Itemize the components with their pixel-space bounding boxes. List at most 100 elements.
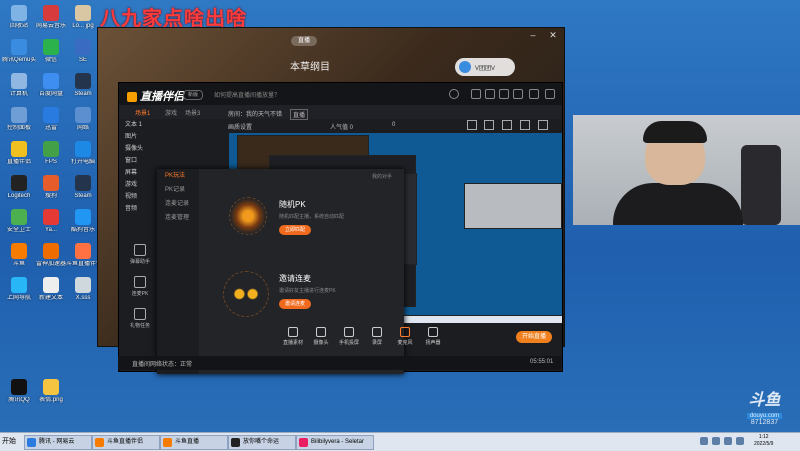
random-pk-button[interactable]: 立即匹配 <box>279 225 311 235</box>
app-icon <box>43 39 59 55</box>
avatar-icon[interactable] <box>449 89 459 99</box>
source-item[interactable]: 摄像头 <box>119 143 159 155</box>
desktop-icon-label: 腾讯Qemu实用 <box>2 57 36 63</box>
desktop-icon[interactable]: 回收站 <box>2 5 36 30</box>
taskbar-item[interactable]: 放你嘴个命运 <box>228 435 296 450</box>
desktop-icon[interactable]: 直播伴侣 <box>2 141 36 166</box>
tray-app-icon[interactable] <box>736 437 744 445</box>
desktop-icon[interactable]: 斗鱼直播伴侣 <box>66 243 100 268</box>
taskbar-item[interactable]: Bilibilyvera - Seletar <box>296 435 374 450</box>
nav-gift-task[interactable]: 礼物任务 <box>122 308 158 336</box>
desktop-icon[interactable]: 网易云音乐 <box>34 5 68 30</box>
taskbar-item[interactable]: 腾讯 - 网易云 <box>24 435 92 450</box>
nav-danmu-helper[interactable]: 弹幕助手 <box>122 244 158 272</box>
random-pk-title: 随机PK <box>279 200 306 209</box>
desktop-icon[interactable]: 新建文本 <box>34 277 68 302</box>
desktop-icon-label: 安全卫士 <box>6 227 31 233</box>
minimize-icon[interactable]: – <box>528 30 538 40</box>
source-item[interactable]: 图片 <box>119 131 159 143</box>
tool-phone-cast[interactable]: 手机投屏 <box>336 326 362 346</box>
pk-tab-link-manage[interactable]: 连麦管理 <box>157 211 199 225</box>
desktop-icon[interactable]: Steam <box>66 73 100 98</box>
desktop-icon[interactable]: 搜狗 <box>34 175 68 200</box>
desktop-icon[interactable]: 斗鱼 <box>2 243 36 268</box>
desktop-icon[interactable]: Steam <box>66 175 100 200</box>
clock[interactable]: 1:12 2022/5/9 <box>754 434 773 448</box>
desktop-icon[interactable]: 网络 <box>66 107 100 132</box>
desktop-icon[interactable]: 上网导航 <box>2 277 36 302</box>
desktop-icon[interactable]: 表情.png <box>34 379 68 404</box>
app-icon <box>11 73 27 89</box>
version-badge[interactable]: 新版 <box>183 90 203 100</box>
tool-record[interactable]: 录屏 <box>364 326 390 346</box>
desktop-icon[interactable]: 安全卫士 <box>2 209 36 234</box>
app-icon <box>75 107 91 123</box>
tab-game[interactable]: 游戏 <box>165 108 177 117</box>
invite-pk-button[interactable]: 邀请连麦 <box>279 299 311 309</box>
nav-link-pk[interactable]: 连麦PK <box>122 276 158 304</box>
source-item[interactable]: 屏幕 <box>119 167 159 179</box>
desktop-icon[interactable]: 微信 <box>34 39 68 64</box>
desktop-icon[interactable]: 腾讯Qemu实用 <box>2 39 36 64</box>
source-item[interactable]: 音频 <box>119 203 159 215</box>
desktop-icon[interactable]: 计算机 <box>2 73 36 98</box>
pk-tab-play[interactable]: PK玩法 <box>157 169 199 183</box>
desktop-icon[interactable]: X.sss <box>66 277 100 302</box>
minimize-icon[interactable] <box>529 89 539 99</box>
bell-icon[interactable] <box>502 120 512 130</box>
desktop-icon[interactable]: 迅雷 <box>34 107 68 132</box>
desktop-icon[interactable]: 酷狗音乐 <box>66 209 100 234</box>
tab-scene-3[interactable]: 场景3 <box>185 108 200 117</box>
desktop-icon[interactable]: 腾讯QQ <box>2 379 36 404</box>
app-icon <box>43 379 59 395</box>
desktop-icon[interactable]: Logitech <box>2 175 36 200</box>
desktop-icon[interactable]: SE <box>66 39 100 64</box>
desktop-icon[interactable]: Lo... jpg <box>66 5 100 30</box>
close-icon[interactable]: ✕ <box>548 30 558 40</box>
tool-mic[interactable]: 麦克风 <box>392 326 418 346</box>
menu-icon[interactable] <box>513 89 523 99</box>
skin-icon[interactable] <box>499 89 509 99</box>
network-icon[interactable] <box>700 437 708 445</box>
music-avatar-icon <box>459 61 471 73</box>
room-tag[interactable]: 直播 <box>290 109 309 120</box>
settings-icon[interactable] <box>485 89 495 99</box>
source-item[interactable]: 视频 <box>119 191 159 203</box>
my-opponent-link[interactable]: 我的对手 <box>372 173 392 180</box>
fullscreen-icon[interactable] <box>538 120 548 130</box>
desktop-icon[interactable]: FPS <box>34 141 68 166</box>
source-item[interactable]: 文本 1 <box>119 119 159 131</box>
tool-speaker[interactable]: 扬声器 <box>420 326 446 346</box>
desktop-icon[interactable]: 雷神加速器 <box>34 243 68 268</box>
lock-icon[interactable] <box>467 120 477 130</box>
desktop-icon[interactable]: 控制面板 <box>2 107 36 132</box>
clock-date: 2022/5/9 <box>754 441 774 447</box>
screen-icon[interactable] <box>520 120 530 130</box>
desktop-icon[interactable]: Ya... <box>34 209 68 234</box>
pk-tab-link-record[interactable]: 连麦记录 <box>157 197 199 211</box>
ime-icon[interactable] <box>724 437 732 445</box>
desktop-icon[interactable]: 打开电脑 <box>66 141 100 166</box>
taskbar-item[interactable]: 斗鱼直播伴侣 <box>92 435 160 450</box>
close-icon[interactable] <box>545 89 555 99</box>
taskbar-item[interactable]: 斗鱼直播 <box>160 435 228 450</box>
quality-select[interactable]: 画质设置 <box>228 122 252 131</box>
music-chip[interactable]: V团团V <box>455 58 515 76</box>
camera-icon <box>316 327 326 337</box>
source-item[interactable]: 游戏 <box>119 179 159 191</box>
pk-tab-record[interactable]: PK记录 <box>157 183 199 197</box>
notice-link[interactable]: 如何提高直播间播放量？ <box>214 90 280 99</box>
message-icon[interactable] <box>471 89 481 99</box>
mic-icon <box>400 327 410 337</box>
tool-material[interactable]: 直播素材 <box>280 326 306 346</box>
volume-icon[interactable] <box>712 437 720 445</box>
share-icon[interactable] <box>484 120 494 130</box>
app-icon <box>11 107 27 123</box>
source-item[interactable]: 窗口 <box>119 155 159 167</box>
start-live-button[interactable]: 开始直播 <box>516 331 552 343</box>
start-button[interactable]: 开始 <box>2 435 22 448</box>
tool-camera[interactable]: 摄像头 <box>308 326 334 346</box>
desktop-icon-label: 新建文本 <box>38 295 63 301</box>
tab-scene-1[interactable]: 场景1 <box>135 108 150 117</box>
desktop-icon[interactable]: 百度网盘 <box>34 73 68 98</box>
